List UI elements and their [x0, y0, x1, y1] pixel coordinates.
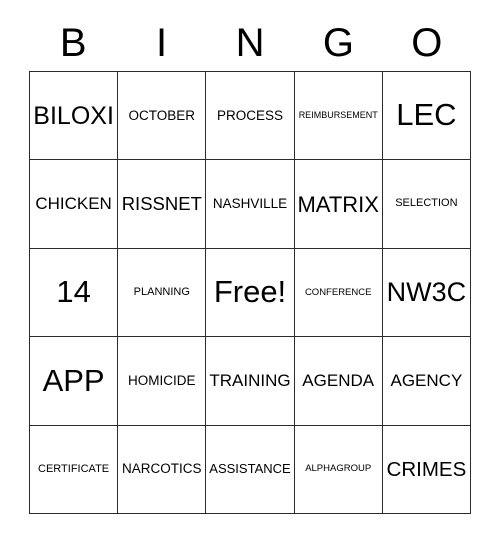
- bingo-cell[interactable]: 14: [30, 248, 119, 338]
- bingo-header-row: B I N G O: [29, 18, 471, 68]
- bingo-cell-label: TRAINING: [209, 370, 291, 390]
- bingo-cell-label: ASSISTANCE: [209, 461, 291, 477]
- bingo-cell[interactable]: CONFERENCE: [294, 248, 383, 338]
- bingo-cell[interactable]: ASSISTANCE: [206, 425, 295, 514]
- bingo-cell[interactable]: TRAINING: [206, 337, 295, 426]
- bingo-free-space[interactable]: Free!: [206, 248, 295, 338]
- bingo-cell[interactable]: HOMICIDE: [118, 337, 207, 426]
- bingo-cell-label: PROCESS: [216, 107, 283, 123]
- bingo-cell[interactable]: REIMBURSEMENT: [294, 72, 383, 161]
- bingo-cell-label: PLANNING: [133, 285, 190, 298]
- bingo-cell[interactable]: ALPHAGROUP: [294, 425, 383, 514]
- bingo-free-space-label: Free!: [213, 274, 287, 310]
- bingo-header-letter-i: I: [156, 21, 168, 65]
- bingo-cell[interactable]: NARCOTICS: [118, 425, 207, 514]
- bingo-cell[interactable]: LEC: [382, 72, 471, 161]
- bingo-cell[interactable]: CERTIFICATE: [30, 425, 119, 514]
- bingo-cell-label: ALPHAGROUP: [305, 463, 372, 475]
- bingo-cell-label: CHICKEN: [35, 194, 112, 214]
- bingo-cell[interactable]: RISSNET: [118, 160, 207, 249]
- bingo-cell-label: CERTIFICATE: [38, 462, 110, 475]
- bingo-cell-label: 14: [56, 274, 91, 310]
- bingo-cell[interactable]: APP: [30, 337, 119, 426]
- bingo-cell[interactable]: MATRIX: [294, 160, 383, 249]
- bingo-cell-label: BILOXI: [33, 101, 114, 130]
- bingo-header-letter-b: B: [59, 21, 87, 65]
- bingo-cell-label: CRIMES: [386, 457, 467, 481]
- bingo-cell[interactable]: CRIMES: [382, 425, 471, 514]
- bingo-cell-label: NW3C: [386, 277, 467, 308]
- bingo-cell-label: NASHVILLE: [212, 196, 288, 211]
- bingo-cell-label: MATRIX: [297, 191, 379, 217]
- bingo-header-letter-n: N: [235, 21, 265, 65]
- bingo-cell-label: CONFERENCE: [304, 286, 372, 298]
- bingo-header-letter-o: O: [411, 21, 443, 65]
- bingo-cell[interactable]: BILOXI: [30, 72, 119, 161]
- bingo-cell-label: HOMICIDE: [128, 372, 196, 388]
- bingo-cell-label: REIMBURSEMENT: [298, 109, 378, 120]
- bingo-cell[interactable]: SELECTION: [382, 160, 471, 249]
- bingo-cell-label: NARCOTICS: [122, 461, 202, 477]
- bingo-header-letter-g: G: [322, 21, 354, 65]
- bingo-cell[interactable]: NASHVILLE: [206, 160, 295, 249]
- bingo-cell-label: RISSNET: [121, 193, 202, 215]
- bingo-cell[interactable]: AGENCY: [382, 337, 471, 426]
- bingo-cell[interactable]: NW3C: [382, 248, 471, 338]
- bingo-card: B I N G O BILOXI OCTOBER PROCESS REIMBURSEM…: [0, 0, 500, 544]
- bingo-cell-label: OCTOBER: [128, 107, 196, 123]
- bingo-cell[interactable]: PROCESS: [206, 72, 295, 161]
- bingo-cell[interactable]: OCTOBER: [118, 72, 207, 161]
- bingo-cell-label: SELECTION: [395, 197, 458, 210]
- bingo-cell[interactable]: AGENDA: [294, 337, 383, 426]
- bingo-cell-label: APP: [42, 362, 105, 398]
- bingo-cell-label: AGENDA: [302, 370, 375, 390]
- bingo-cell-label: AGENCY: [390, 370, 463, 390]
- bingo-cell[interactable]: CHICKEN: [30, 160, 119, 249]
- bingo-cell[interactable]: PLANNING: [118, 248, 207, 338]
- bingo-grid: BILOXI OCTOBER PROCESS REIMBURSEMENT LEC CHIC…: [29, 71, 471, 514]
- bingo-cell-label: LEC: [396, 97, 457, 133]
